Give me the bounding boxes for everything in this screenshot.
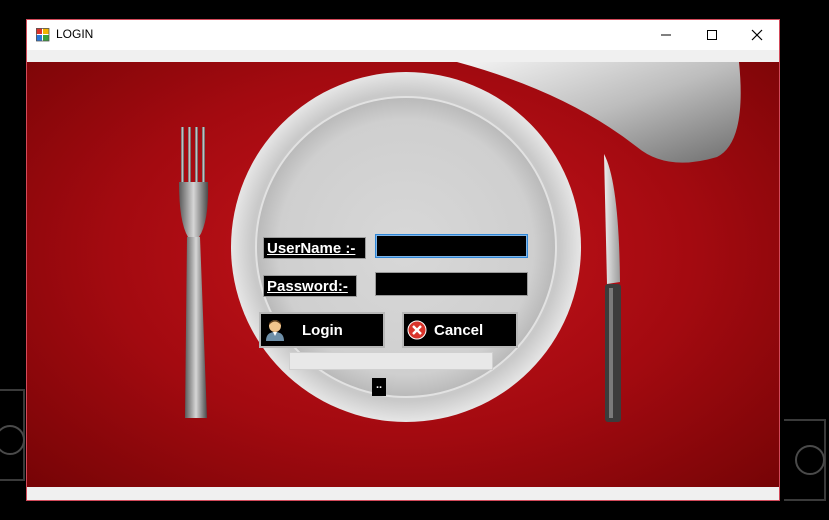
login-form-area: UserName :- Password:- Login Cancel ..: [27, 62, 779, 487]
minimize-button[interactable]: [643, 20, 688, 50]
username-input[interactable]: [375, 234, 528, 258]
cancel-button-label: Cancel: [434, 321, 484, 339]
app-icon: [36, 28, 50, 42]
minimize-icon: [660, 34, 671, 36]
status-label: ..: [372, 378, 386, 396]
close-button[interactable]: [734, 20, 779, 50]
login-button[interactable]: Login: [259, 312, 385, 348]
title-bar[interactable]: LOGIN: [27, 20, 779, 50]
user-avatar-icon: [266, 320, 284, 341]
login-button-label: Login: [302, 321, 343, 339]
login-window: LOGIN UserName:- Password:- Login Cance…: [26, 19, 780, 501]
desktop-ornament-right: [784, 419, 826, 501]
desktop-background: LOGIN UserName:- Password:- Login Cance…: [0, 0, 829, 520]
password-label: Password:-: [263, 275, 357, 297]
username-label: UserName :-: [263, 237, 366, 259]
maximize-button[interactable]: [689, 20, 734, 50]
maximize-icon: [706, 30, 717, 40]
red-x-circle-icon: [407, 320, 427, 340]
cancel-button[interactable]: Cancel: [402, 312, 518, 348]
close-icon: [751, 29, 762, 41]
progress-bar: [289, 352, 493, 370]
password-input[interactable]: [375, 272, 528, 296]
window-title: LOGIN: [56, 27, 94, 41]
